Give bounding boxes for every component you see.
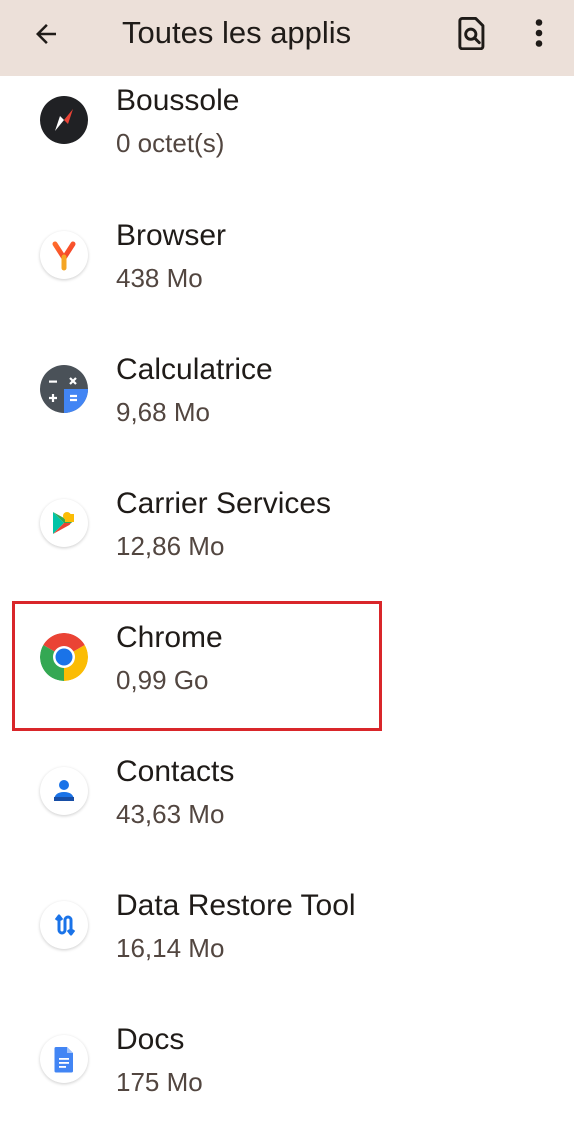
app-size: 43,63 Mo: [116, 799, 225, 829]
app-row-docs[interactable]: Docs 175 Mo: [0, 1014, 574, 1148]
app-name: Carrier Services: [116, 487, 332, 520]
app-row-boussole[interactable]: Boussole 0 octet(s): [0, 76, 574, 210]
app-row-browser[interactable]: Browser 438 Mo: [0, 210, 574, 344]
page-title: Toutes les applis: [122, 15, 352, 50]
more-options-button[interactable]: [514, 8, 564, 58]
app-size: 438 Mo: [116, 263, 203, 293]
docs-icon: [40, 1035, 88, 1083]
app-size: 9,68 Mo: [116, 397, 210, 427]
yandex-browser-icon: [40, 231, 88, 279]
app-size: 12,86 Mo: [116, 531, 225, 561]
app-size: 16,14 Mo: [116, 933, 225, 963]
calculator-icon: [40, 365, 88, 413]
contacts-icon: [40, 767, 88, 815]
app-size: 0 octet(s): [116, 128, 225, 158]
search-button[interactable]: [447, 8, 497, 58]
app-name: Data Restore Tool: [116, 889, 356, 922]
highlight-box: [12, 601, 382, 731]
compass-icon: [40, 96, 88, 144]
app-row-contacts[interactable]: Contacts 43,63 Mo: [0, 746, 574, 880]
app-row-carrier-services[interactable]: Carrier Services 12,86 Mo: [0, 478, 574, 612]
app-row-calculatrice[interactable]: Calculatrice 9,68 Mo: [0, 344, 574, 478]
app-name: Calculatrice: [116, 353, 273, 386]
arrow-back-icon: [36, 24, 56, 44]
data-restore-icon: [40, 901, 88, 949]
search-document-icon: [458, 16, 485, 50]
app-name: Browser: [116, 219, 227, 252]
app-name: Boussole: [116, 84, 240, 117]
more-vert-icon: [535, 19, 543, 47]
app-name: Docs: [116, 1023, 185, 1056]
app-name: Contacts: [116, 755, 235, 788]
app-size: 175 Mo: [116, 1067, 203, 1097]
app-bar: Toutes les applis: [0, 0, 574, 76]
back-button[interactable]: [22, 10, 70, 58]
app-row-data-restore-tool[interactable]: Data Restore Tool 16,14 Mo: [0, 880, 574, 1014]
carrier-services-icon: [40, 499, 88, 547]
